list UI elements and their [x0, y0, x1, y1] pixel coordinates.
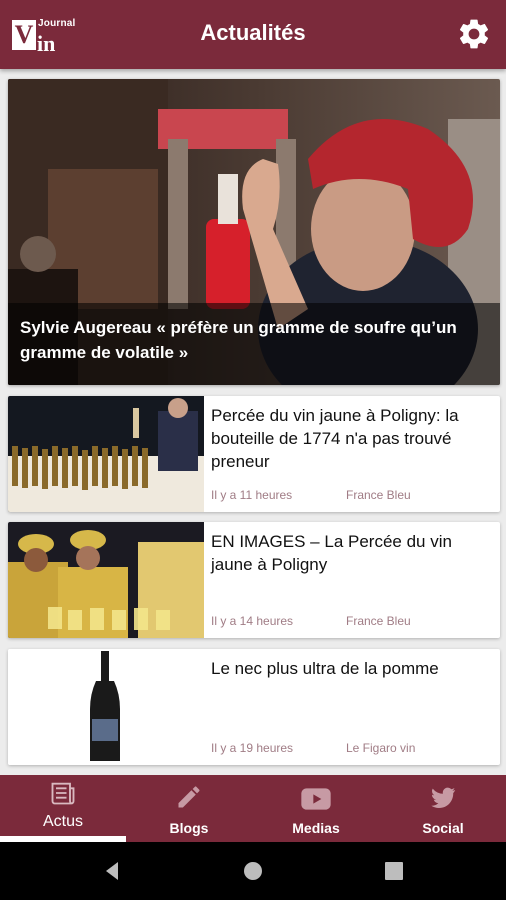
page-title: Actualités: [200, 20, 306, 45]
gear-icon: [459, 19, 489, 49]
pencil-icon: [178, 786, 200, 808]
twitter-icon: [431, 787, 456, 809]
app-bar: V Journal le in Actualités: [0, 0, 506, 69]
article-title: EN IMAGES – La Percée du vin jaune à Pol…: [211, 532, 452, 574]
article-source: Le Figaro vin: [346, 741, 416, 755]
recents-icon[interactable]: [382, 859, 406, 883]
article-time: Il y a 14 heures: [211, 614, 294, 628]
article-card[interactable]: EN IMAGES – La Percée du vin jaune à Pol…: [8, 522, 500, 638]
play-icon: [301, 788, 331, 810]
tab-label: Blogs: [169, 820, 209, 836]
article-thumbnail: [8, 396, 204, 512]
article-thumbnail: [8, 649, 204, 765]
news-feed[interactable]: Sylvie Augereau « préfère un gramme de s…: [0, 69, 506, 775]
home-icon[interactable]: [241, 859, 265, 883]
article-source: France Bleu: [346, 488, 411, 502]
tab-label: Medias: [292, 820, 340, 836]
tab-social[interactable]: Social: [380, 775, 506, 842]
article-source: France Bleu: [346, 614, 411, 628]
article-card[interactable]: Le nec plus ultra de la pomme Il y a 19 …: [8, 649, 500, 765]
article-time: Il y a 19 heures: [211, 741, 294, 755]
bottom-navigation: Actus Blogs Medias Social: [0, 775, 506, 842]
featured-article-title: Sylvie Augereau « préfère un gramme de s…: [8, 303, 500, 385]
tab-label: Actus: [42, 813, 83, 830]
settings-button[interactable]: [456, 16, 492, 52]
tab-actus[interactable]: Actus: [0, 775, 126, 842]
article-time: Il y a 11 heures: [211, 488, 293, 502]
tab-blogs[interactable]: Blogs: [126, 775, 252, 842]
back-icon[interactable]: [100, 859, 124, 883]
article-card[interactable]: Percée du vin jaune à Poligny: la boutei…: [8, 396, 500, 512]
featured-article[interactable]: Sylvie Augereau « préfère un gramme de s…: [8, 79, 500, 385]
tab-medias[interactable]: Medias: [253, 775, 379, 842]
newspaper-icon: [51, 782, 75, 805]
tab-label: Social: [422, 820, 464, 836]
article-title: Percée du vin jaune à Poligny: la boutei…: [211, 406, 459, 471]
system-navigation-bar: [0, 842, 506, 900]
article-title: Le nec plus ultra de la pomme: [211, 659, 439, 678]
article-thumbnail: [8, 522, 204, 638]
